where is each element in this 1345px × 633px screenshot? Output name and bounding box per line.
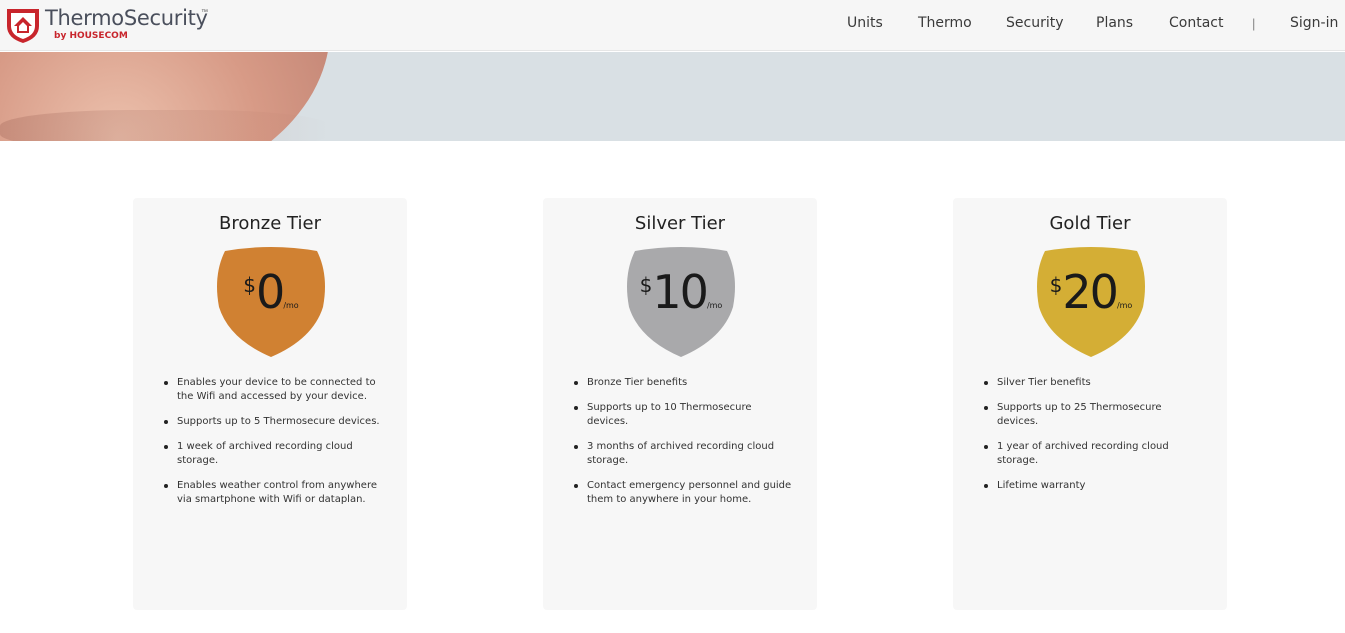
nav-item-thermo[interactable]: Thermo	[918, 15, 972, 31]
nav-item-contact[interactable]: Contact	[1169, 15, 1223, 31]
price-amount: 10	[652, 265, 709, 319]
nav-item-security[interactable]: Security	[1006, 15, 1064, 31]
hero-image	[0, 52, 1345, 141]
list-item: Supports up to 25 Thermosecure devices.	[983, 401, 1205, 429]
list-item: Contact emergency personnel and guide th…	[573, 479, 795, 507]
price-badge: $10/mo	[625, 245, 737, 359]
plan-title: Gold Tier	[1049, 213, 1131, 234]
plan-card-bronze: Bronze Tier $0/mo Enables your device to…	[133, 198, 407, 610]
feature-list: Silver Tier benefits Supports up to 25 T…	[983, 376, 1205, 504]
sign-in-link[interactable]: Sign-in	[1290, 15, 1338, 31]
site-header: ThermoSecurity ™ by HOUSECOM Units Therm…	[0, 0, 1345, 51]
plan-card-silver: Silver Tier $10/mo Bronze Tier benefits …	[543, 198, 817, 610]
price-period: /mo	[706, 301, 723, 310]
price-currency: $	[639, 273, 653, 297]
price-currency: $	[1049, 273, 1063, 297]
price-amount: 20	[1062, 265, 1119, 319]
feature-list: Enables your device to be connected to t…	[163, 376, 385, 518]
nav-item-units[interactable]: Units	[847, 15, 883, 31]
price-currency: $	[243, 273, 257, 297]
list-item: Lifetime warranty	[983, 479, 1205, 493]
price-period: /mo	[283, 301, 299, 310]
price: $20/mo	[1035, 269, 1147, 315]
list-item: 1 year of archived recording cloud stora…	[983, 440, 1205, 468]
list-item: Supports up to 10 Thermosecure devices.	[573, 401, 795, 429]
list-item: 3 months of archived recording cloud sto…	[573, 440, 795, 468]
nav-separator: |	[1252, 16, 1256, 31]
main-nav: Units Thermo Security Plans Contact | Si…	[0, 0, 1345, 51]
list-item: Bronze Tier benefits	[573, 376, 795, 390]
feature-list: Bronze Tier benefits Supports up to 10 T…	[573, 376, 795, 518]
list-item: Supports up to 5 Thermosecure devices.	[163, 415, 385, 429]
price-badge: $0/mo	[215, 245, 327, 359]
list-item: Enables weather control from anywhere vi…	[163, 479, 385, 507]
list-item: 1 week of archived recording cloud stora…	[163, 440, 385, 468]
list-item: Enables your device to be connected to t…	[163, 376, 385, 404]
price: $10/mo	[625, 269, 737, 315]
plan-title: Silver Tier	[634, 213, 726, 234]
price-period: /mo	[1116, 301, 1133, 310]
price-amount: 0	[256, 265, 285, 319]
nav-item-plans[interactable]: Plans	[1096, 15, 1133, 31]
plan-card-gold: Gold Tier $20/mo Silver Tier benefits Su…	[953, 198, 1227, 610]
price-badge: $20/mo	[1035, 245, 1147, 359]
plan-title: Bronze Tier	[219, 213, 321, 234]
price: $0/mo	[215, 269, 327, 315]
list-item: Silver Tier benefits	[983, 376, 1205, 390]
hero-image-shading	[0, 110, 330, 141]
